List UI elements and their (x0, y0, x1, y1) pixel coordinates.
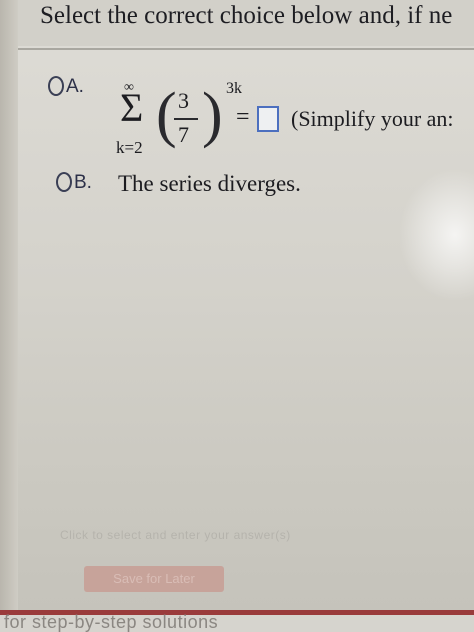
sum-lower-limit: k=2 (116, 138, 143, 157)
fraction-bar (174, 118, 198, 120)
exponent: 3k (226, 80, 242, 97)
option-b-radio[interactable] (56, 172, 72, 192)
left-strip (0, 0, 18, 632)
screen: Select the correct choice below and, if … (0, 0, 474, 632)
option-b-text: The series diverges. (118, 171, 301, 196)
option-b-letter: B. (74, 172, 92, 193)
equals-sign: = (236, 104, 250, 130)
left-parenthesis: ( (156, 81, 177, 149)
instruction-text: Click to select and enter your answer(s) (60, 528, 291, 542)
simplify-hint: (Simplify your an: (291, 106, 454, 131)
save-for-later-button[interactable]: Save for Later (84, 566, 224, 592)
header-divider (18, 48, 474, 50)
screen-glare (400, 170, 474, 300)
footer-link-text[interactable]: for step-by-step solutions (4, 612, 218, 632)
option-a-radio[interactable] (48, 76, 64, 96)
option-a-letter: A. (66, 76, 84, 97)
question-prompt: Select the correct choice below and, if … (40, 2, 453, 29)
fraction-numerator: 3 (178, 88, 189, 113)
right-parenthesis: ) (202, 81, 223, 149)
sigma-symbol: Σ (120, 85, 144, 130)
summation-expression: ∞ Σ k=2 ( 3 7 ) 3k (112, 80, 312, 160)
answer-input-box[interactable] (257, 106, 279, 132)
fraction-denominator: 7 (178, 122, 189, 147)
